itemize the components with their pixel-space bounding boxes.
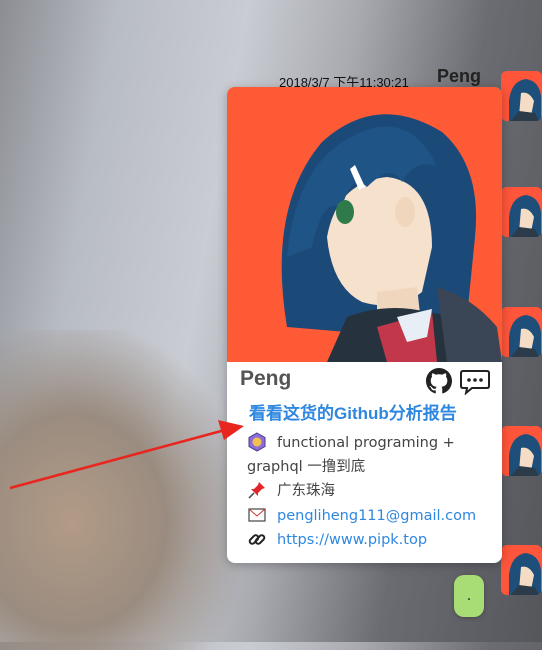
bio-line-2: graphql 一撸到底: [247, 459, 366, 475]
sender-avatar[interactable]: [501, 307, 542, 357]
sender-avatar[interactable]: [501, 187, 542, 237]
website-link[interactable]: https://www.pipk.top: [277, 528, 427, 552]
envelope-icon: [248, 508, 266, 522]
sender-avatar[interactable]: [501, 71, 542, 121]
sender-avatar[interactable]: [501, 426, 542, 476]
sender-name[interactable]: Peng: [437, 66, 481, 87]
hexagon-badge-icon: [248, 432, 266, 452]
chat-icon[interactable]: [460, 369, 490, 395]
link-icon: [248, 534, 266, 545]
floating-action-button[interactable]: .: [454, 575, 484, 617]
bio-line-1: functional programing +: [277, 435, 455, 451]
location-text: 广东珠海: [277, 483, 335, 499]
pushpin-icon: [248, 482, 265, 499]
email-link[interactable]: pengliheng111@gmail.com: [277, 504, 476, 528]
profile-avatar-large: [227, 87, 502, 362]
profile-card: Peng 看看这货的Github分析报告 functional programi…: [227, 87, 502, 563]
background-blur: [0, 330, 240, 650]
github-icon[interactable]: [426, 368, 452, 394]
github-report-link[interactable]: 看看这货的Github分析报告: [249, 399, 457, 424]
profile-name: Peng: [240, 367, 292, 390]
sender-avatar[interactable]: [501, 545, 542, 595]
